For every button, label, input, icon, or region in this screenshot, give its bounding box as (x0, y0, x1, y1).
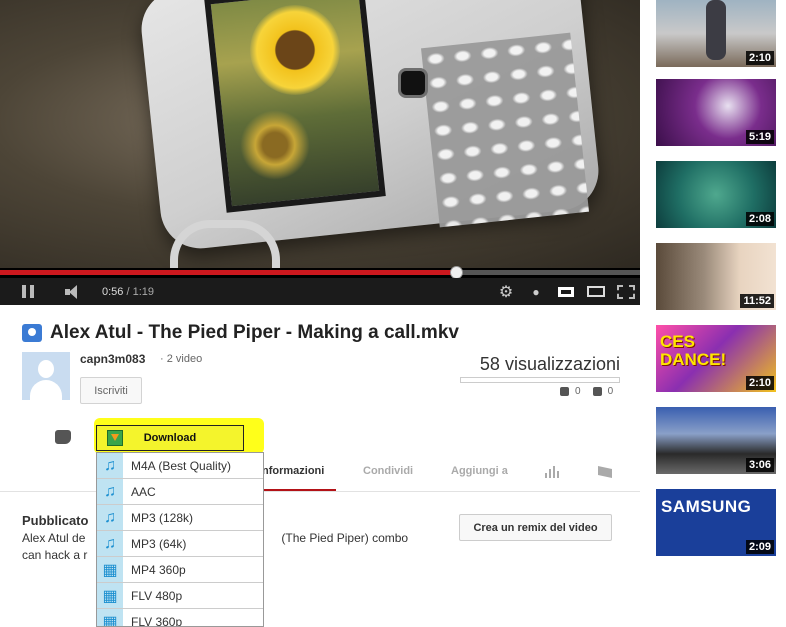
thumbnail-overlay-text: SAMSUNG (661, 497, 752, 516)
music-note-icon: ♫ (97, 531, 123, 556)
small-player-icon (558, 286, 574, 297)
download-option-label: FLV 480p (131, 588, 183, 603)
likes-summary: 0 0 (560, 386, 613, 397)
related-video-thumbnail[interactable]: SAMSUNG 2:09 (656, 489, 776, 556)
cable-image (170, 220, 280, 268)
related-video-thumbnail[interactable]: 5:19 (656, 79, 776, 146)
fullscreen-icon (617, 284, 635, 299)
related-video-thumbnail[interactable]: 2:08 (656, 161, 776, 228)
related-video-thumbnail[interactable]: 3:06 (656, 407, 776, 474)
view-count: 58 visualizzazioni (479, 354, 620, 374)
gear-icon: ⚙ (498, 283, 514, 301)
video-duration: 2:08 (745, 212, 774, 226)
small-player-button[interactable] (555, 278, 577, 305)
related-video-thumbnail[interactable]: 11:52 (656, 243, 776, 310)
watch-later-button[interactable]: ● (528, 278, 544, 305)
channel-name-link[interactable]: capn3m083 (80, 352, 145, 366)
related-video-thumbnail[interactable]: 2:10 (656, 0, 776, 67)
video-duration: 2:09 (745, 540, 774, 554)
pause-icon (22, 285, 26, 298)
stats-icon[interactable] (545, 466, 561, 478)
fullscreen-button[interactable] (615, 278, 637, 305)
music-note-icon: ♫ (97, 505, 123, 530)
clock-icon: ● (532, 284, 540, 299)
dislike-count-icon (592, 387, 602, 396)
download-option-mp3-128[interactable]: ♫ MP3 (128k) (97, 505, 263, 531)
download-option-flv-360[interactable]: ▦ FLV 360p (97, 609, 263, 627)
published-label: Pubblicato (22, 513, 89, 528)
video-duration: 11:52 (740, 294, 774, 308)
like-count: 0 (575, 386, 581, 397)
progress-bar[interactable] (0, 266, 640, 279)
tab-add-to[interactable]: Aggiungi a (451, 465, 508, 477)
tab-share[interactable]: Condividi (363, 465, 413, 477)
title-row: Alex Atul - The Pied Piper - Making a ca… (22, 320, 459, 346)
tab-info[interactable]: nformazioni (262, 465, 324, 477)
description-line1-start: Alex Atul de (22, 531, 86, 545)
sunflower-image-2 (240, 110, 310, 180)
thumbnail-overlay-text: CES DANCE! (660, 332, 727, 369)
film-icon: ▦ (97, 609, 123, 626)
video-frame[interactable] (0, 0, 640, 268)
download-option-label: MP4 360p (131, 562, 186, 577)
sunflower-image (250, 5, 340, 95)
download-option-label: MP3 (64k) (131, 536, 187, 551)
channel-video-count: · 2 video (160, 353, 203, 365)
dislike-count: 0 (607, 386, 614, 397)
settings-button[interactable]: ⚙ (496, 278, 516, 305)
time-display: 0:56 / 1:19 (102, 278, 154, 305)
duration-time: / 1:19 (126, 285, 155, 298)
channel-avatar[interactable] (22, 352, 70, 400)
download-menu: ♫ M4A (Best Quality) ♫ AAC ♫ MP3 (128k) … (96, 452, 264, 627)
player-controls: 0:56 / 1:19 ⚙ ● (0, 278, 640, 305)
download-option-label: M4A (Best Quality) (131, 458, 232, 473)
video-type-icon (22, 324, 42, 342)
current-time: 0:56 (102, 285, 124, 298)
remix-button[interactable]: Crea un remix del video (459, 514, 612, 541)
volume-button[interactable] (62, 278, 84, 305)
dislike-button[interactable] (55, 430, 71, 444)
large-player-button[interactable] (585, 278, 607, 305)
progress-fill (0, 270, 456, 275)
music-note-icon: ♫ (97, 479, 123, 504)
flag-icon[interactable] (598, 466, 612, 478)
video-duration: 2:10 (745, 376, 774, 390)
like-count-icon (560, 387, 569, 396)
related-video-thumbnail[interactable]: CES DANCE! 2:10 (656, 325, 776, 392)
download-option-m4a[interactable]: ♫ M4A (Best Quality) (97, 453, 263, 479)
download-option-label: MP3 (128k) (131, 510, 194, 525)
trackball-image (398, 68, 428, 98)
video-duration: 2:10 (745, 51, 774, 65)
download-label: Download (143, 432, 197, 444)
description-line1-end: (The Pied Piper) combo (281, 531, 409, 545)
keypad-image (421, 32, 589, 228)
video-duration: 3:06 (745, 458, 774, 472)
film-icon: ▦ (97, 557, 123, 582)
video-title: Alex Atul - The Pied Piper - Making a ca… (50, 322, 459, 343)
music-note-icon: ♫ (97, 453, 123, 478)
main-column: 0:56 / 1:19 ⚙ ● Alex Atul - The Pied Pip… (0, 0, 640, 627)
download-option-label: AAC (131, 484, 156, 499)
download-option-mp3-64[interactable]: ♫ MP3 (64k) (97, 531, 263, 557)
related-videos-sidebar: 2:10 5:19 2:08 11:52 CES DANCE! 2:10 3:0… (640, 0, 786, 627)
download-option-flv-480[interactable]: ▦ FLV 480p (97, 583, 263, 609)
likes-ratio-bar (460, 377, 620, 383)
download-option-label: FLV 360p (131, 614, 183, 627)
speaker-icon (65, 284, 81, 299)
pause-button[interactable] (14, 278, 42, 305)
download-button[interactable]: Download (96, 425, 244, 451)
download-icon (107, 430, 123, 446)
download-option-mp4-360[interactable]: ▦ MP4 360p (97, 557, 263, 583)
description-line2-start: can hack a r (22, 548, 88, 562)
large-player-icon (587, 286, 605, 297)
video-duration: 5:19 (745, 130, 774, 144)
video-player[interactable]: 0:56 / 1:19 ⚙ ● (0, 0, 640, 305)
subscribe-button[interactable]: Iscriviti (80, 377, 142, 404)
download-option-aac[interactable]: ♫ AAC (97, 479, 263, 505)
film-icon: ▦ (97, 583, 123, 608)
